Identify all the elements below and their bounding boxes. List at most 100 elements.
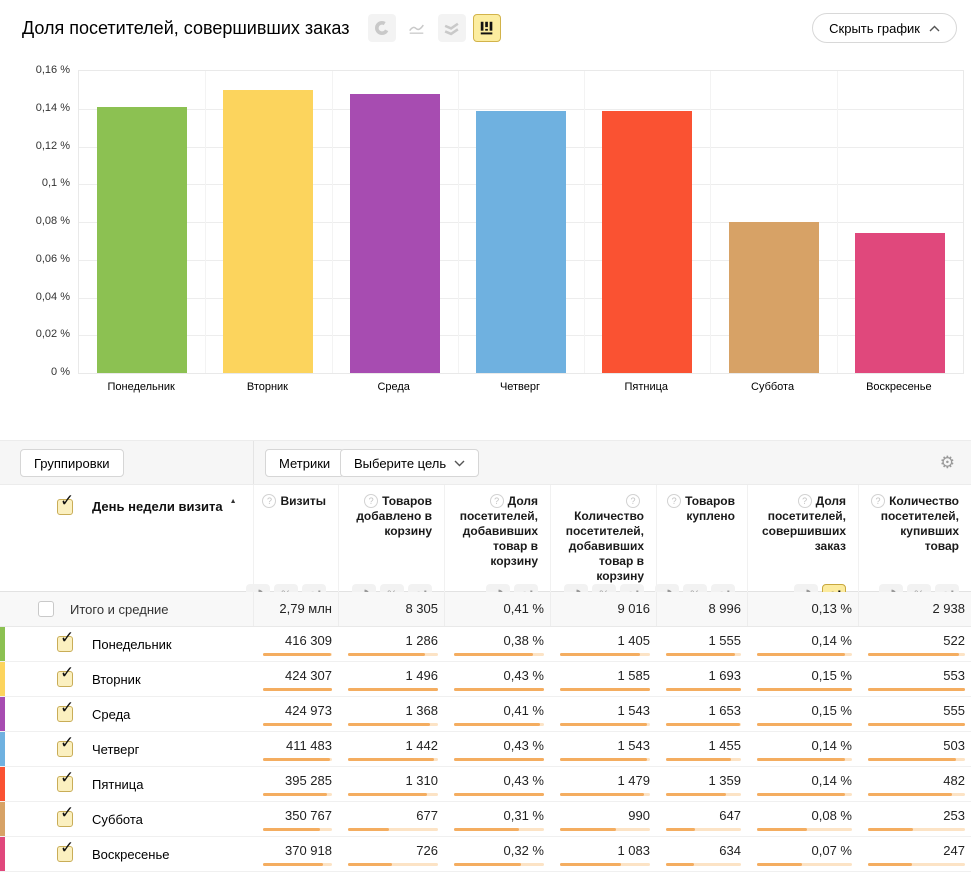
value-cell: 424 307 — [253, 662, 338, 696]
chart-bar[interactable] — [223, 90, 313, 373]
metric-label[interactable]: ?Товаров куплено — [663, 494, 735, 524]
cell-value: 1 543 — [550, 697, 656, 718]
value-cell: 503 — [858, 732, 971, 766]
totals-value-cell: 0,41 % — [444, 592, 550, 626]
value-bar-track — [454, 863, 544, 866]
value-bar-track — [666, 688, 741, 691]
cell-value: 726 — [338, 837, 444, 858]
value-cell: 1 585 — [550, 662, 656, 696]
value-cell: 990 — [550, 802, 656, 836]
table-toolbar: Группировки Метрики Выберите цель ⚙ — [0, 440, 971, 485]
value-bar-fill — [454, 653, 533, 656]
goal-selector-button[interactable]: Выберите цель — [340, 449, 479, 477]
chart-bar[interactable] — [350, 94, 440, 373]
stacked-chart-icon[interactable] — [438, 14, 466, 42]
row-checkbox[interactable] — [38, 601, 54, 617]
value-bar-fill — [263, 828, 320, 831]
metrics-button[interactable]: Метрики — [265, 449, 344, 477]
cell-value: 1 368 — [338, 697, 444, 718]
totals-value-cell: 2,79 млн — [253, 592, 338, 626]
value-cell: 247 — [858, 837, 971, 871]
value-bar-fill — [454, 723, 540, 726]
metric-label[interactable]: ?Количество посетителей, добавивших това… — [557, 494, 644, 584]
value-bar-fill — [560, 688, 650, 691]
value-bar-fill — [454, 863, 521, 866]
value-bar-fill — [263, 653, 331, 656]
row-checkbox[interactable] — [57, 671, 73, 687]
value-bar-fill — [757, 863, 802, 866]
value-bar-fill — [666, 828, 695, 831]
value-bar-fill — [454, 828, 519, 831]
metric-label[interactable]: ?Визиты — [262, 494, 326, 509]
value-bar-fill — [757, 793, 845, 796]
help-icon[interactable]: ? — [626, 494, 640, 508]
value-bar-fill — [348, 828, 389, 831]
gridline — [79, 109, 963, 110]
totals-value-cell: 8 996 — [656, 592, 747, 626]
row-checkbox[interactable] — [57, 776, 73, 792]
value-cell: 1 368 — [338, 697, 444, 731]
gear-icon[interactable]: ⚙ — [940, 454, 955, 471]
cell-value: 0,14 % — [747, 732, 858, 753]
row-color-stripe — [0, 662, 5, 696]
chart-bar[interactable] — [602, 111, 692, 373]
value-bar-fill — [560, 793, 644, 796]
value-bar-track — [560, 828, 650, 831]
chart-bar[interactable] — [97, 107, 187, 373]
select-all-checkbox[interactable] — [57, 499, 73, 515]
cell-value: 0,14 % — [747, 767, 858, 788]
row-checkbox[interactable] — [57, 846, 73, 862]
value-bar-fill — [348, 758, 434, 761]
value-cell: 1 405 — [550, 627, 656, 661]
pie-chart-icon[interactable] — [368, 14, 396, 42]
value-bar-fill — [348, 653, 425, 656]
line-chart-icon[interactable] — [403, 14, 431, 42]
row-checkbox[interactable] — [57, 636, 73, 652]
sort-asc-icon[interactable]: ▲ — [230, 498, 237, 505]
value-cell: 1 479 — [550, 767, 656, 801]
value-bar-track — [666, 758, 741, 761]
help-icon[interactable]: ? — [364, 494, 378, 508]
value-bar-track — [263, 828, 332, 831]
chart-bar[interactable] — [476, 111, 566, 373]
totals-value-cell: 9 016 — [550, 592, 656, 626]
row-checkbox[interactable] — [57, 706, 73, 722]
table-header-row: День недели визита▲?Визиты%?Товаров доба… — [0, 485, 971, 592]
value-bar-track — [868, 863, 965, 866]
help-icon[interactable]: ? — [490, 494, 504, 508]
hide-chart-button[interactable]: Скрыть график — [812, 13, 957, 43]
gridline — [332, 71, 333, 373]
value-cell: 1 455 — [656, 732, 747, 766]
cell-value: 1 555 — [656, 627, 747, 648]
y-tick-label: 0,02 % — [0, 328, 70, 340]
value-bar-fill — [868, 653, 959, 656]
value-bar-track — [348, 653, 438, 656]
dimension-label: День недели визита — [92, 499, 223, 514]
row-checkbox[interactable] — [57, 811, 73, 827]
help-icon[interactable]: ? — [871, 494, 885, 508]
value-bar-track — [666, 828, 741, 831]
metric-label[interactable]: ?Доля посетителей, совершивших заказ — [754, 494, 846, 554]
cell-value: 482 — [858, 767, 971, 788]
totals-value: 8 996 — [657, 592, 747, 616]
value-bar-track — [560, 723, 650, 726]
row-label: Суббота — [92, 812, 143, 827]
value-bar-fill — [868, 828, 913, 831]
value-bar-fill — [560, 758, 647, 761]
help-icon[interactable]: ? — [798, 494, 812, 508]
column-chart-icon[interactable] — [473, 14, 501, 42]
chart-bar[interactable] — [729, 222, 819, 373]
help-icon[interactable]: ? — [262, 494, 276, 508]
metric-label[interactable]: ?Количество посетителей, купивших товар — [865, 494, 959, 554]
row-checkbox[interactable] — [57, 741, 73, 757]
help-icon[interactable]: ? — [667, 494, 681, 508]
cell-value: 634 — [656, 837, 747, 858]
value-cell: 555 — [858, 697, 971, 731]
cell-value: 247 — [858, 837, 971, 858]
chart-bar[interactable] — [855, 233, 945, 373]
row-label: Среда — [92, 707, 130, 722]
groupings-button[interactable]: Группировки — [20, 449, 124, 477]
metric-label[interactable]: ?Доля посетителей, добавивших товар в ко… — [451, 494, 538, 569]
cell-value: 553 — [858, 662, 971, 683]
metric-label[interactable]: ?Товаров добавлено в корзину — [345, 494, 432, 539]
